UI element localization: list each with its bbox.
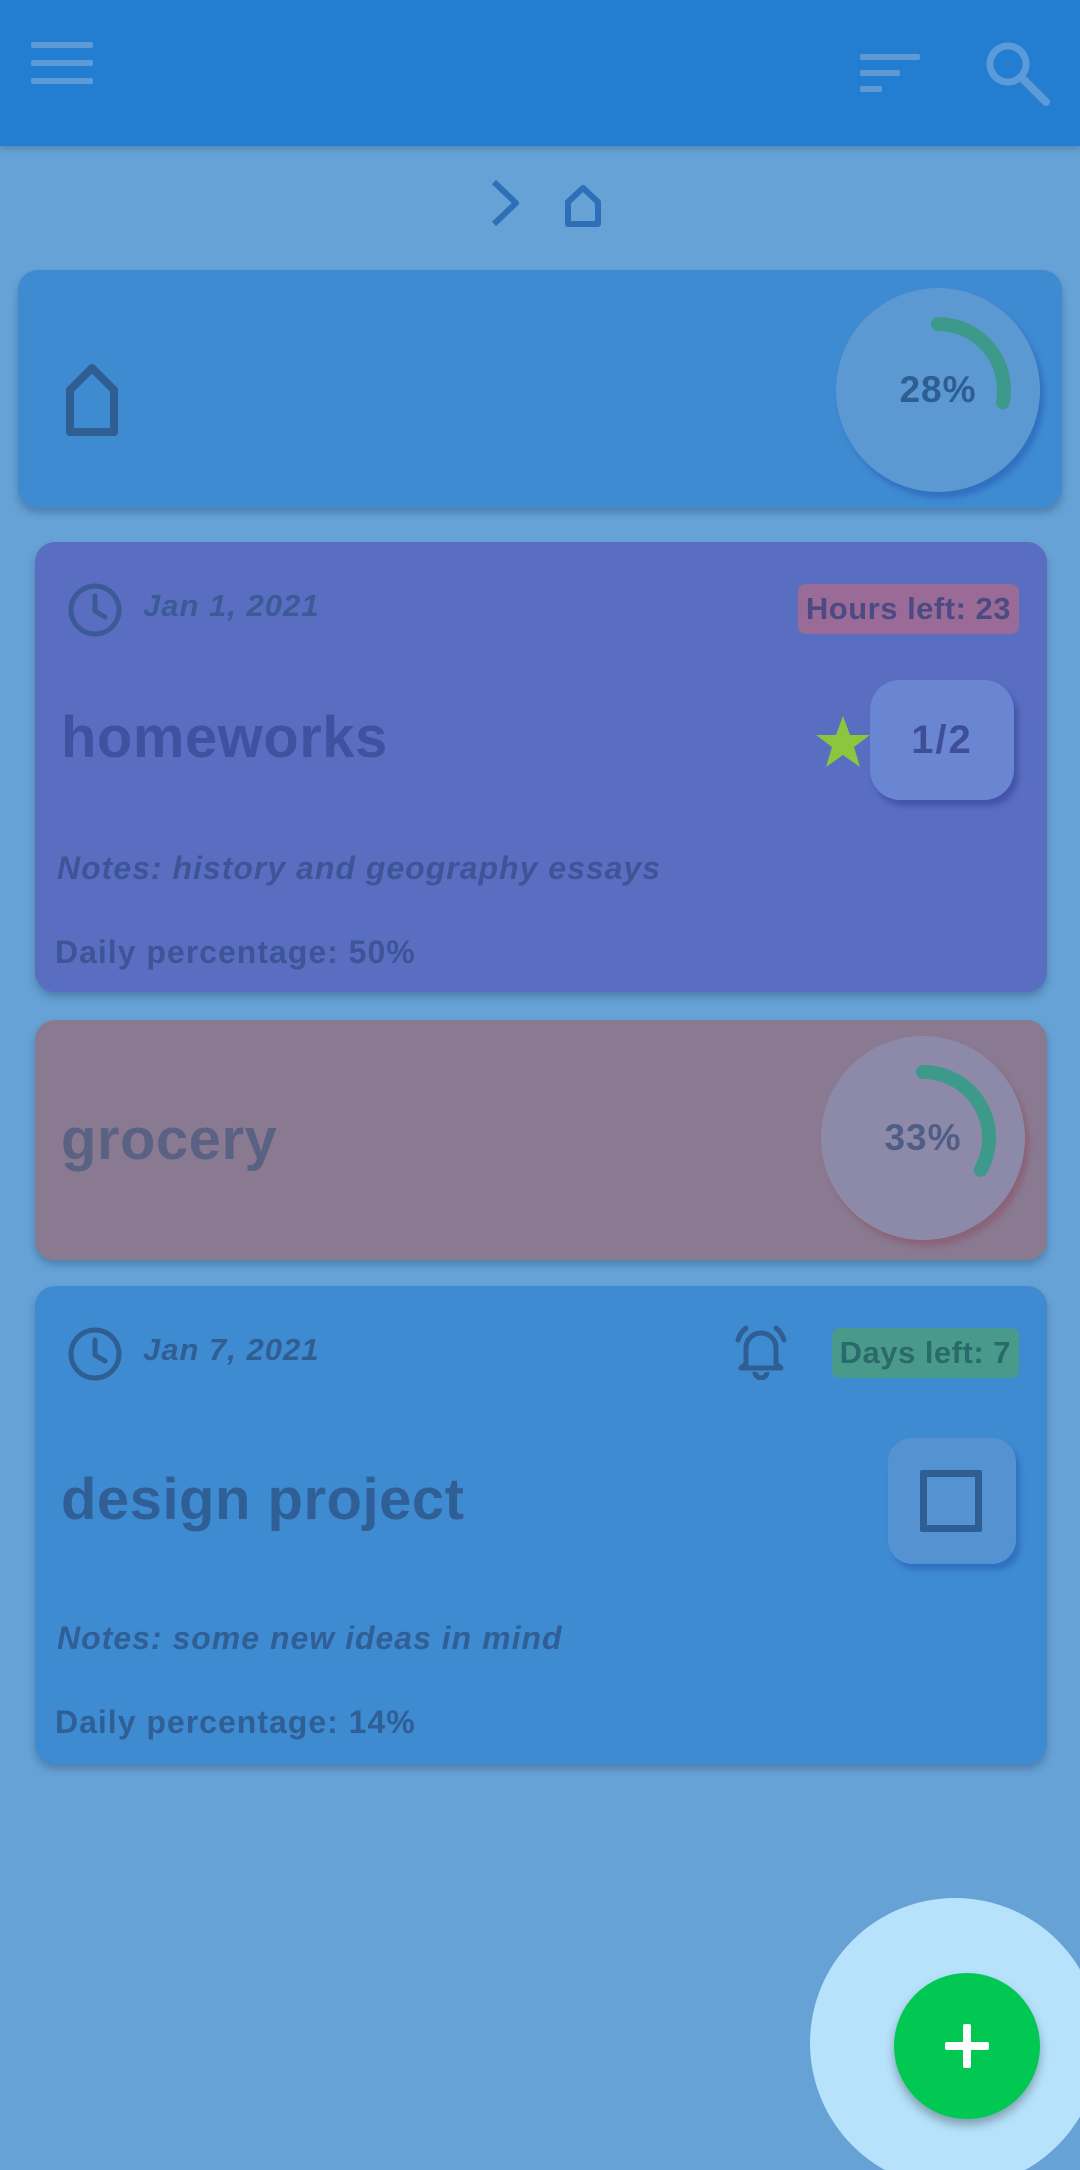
due-date: Jan 1, 2021: [143, 588, 320, 623]
task-notes: Notes: history and geography essays: [57, 850, 662, 886]
task-notes: Notes: some new ideas in mind: [57, 1620, 563, 1656]
due-date: Jan 7, 2021: [143, 1332, 320, 1367]
add-task-button[interactable]: [894, 1973, 1040, 2119]
home-icon: [44, 360, 140, 436]
home-icon[interactable]: [563, 184, 603, 228]
chevron-right-icon: [485, 178, 525, 228]
root-folder-card[interactable]: 28%: [18, 270, 1062, 508]
time-left-badge: Hours left: 23: [797, 584, 1019, 634]
task-title: grocery: [61, 1107, 278, 1172]
complete-checkbox[interactable]: [888, 1438, 1016, 1564]
checkbox-square-icon: [920, 1470, 982, 1532]
task-card-design-project[interactable]: Jan 7, 2021 Days left: 7 design project …: [35, 1286, 1047, 1764]
time-left-badge: Days left: 7: [831, 1328, 1019, 1378]
clock-icon: [67, 582, 123, 638]
progress-percent: 28%: [899, 369, 977, 410]
daily-percentage: Daily percentage: 50%: [55, 934, 416, 970]
progress-ring: 33%: [821, 1036, 1025, 1240]
task-card-homeworks[interactable]: Jan 1, 2021 Hours left: 23 homeworks 1/2…: [35, 542, 1047, 992]
alarm-bell-icon[interactable]: [732, 1322, 790, 1381]
app-bar: [0, 0, 1080, 146]
task-title: homeworks: [61, 705, 388, 770]
search-icon[interactable]: [984, 40, 1050, 106]
task-card-grocery[interactable]: grocery 33%: [35, 1020, 1047, 1260]
plus-icon: [945, 2024, 989, 2068]
subtask-counter-button[interactable]: 1/2: [870, 680, 1014, 800]
star-icon[interactable]: [815, 714, 871, 770]
progress-percent: 33%: [884, 1117, 962, 1158]
progress-ring: 28%: [836, 288, 1040, 492]
sort-filter-icon[interactable]: [860, 50, 922, 96]
clock-icon: [67, 1326, 123, 1382]
menu-icon[interactable]: [31, 40, 93, 86]
breadcrumb: [485, 172, 615, 232]
daily-percentage: Daily percentage: 14%: [55, 1704, 416, 1740]
task-title: design project: [61, 1467, 465, 1532]
